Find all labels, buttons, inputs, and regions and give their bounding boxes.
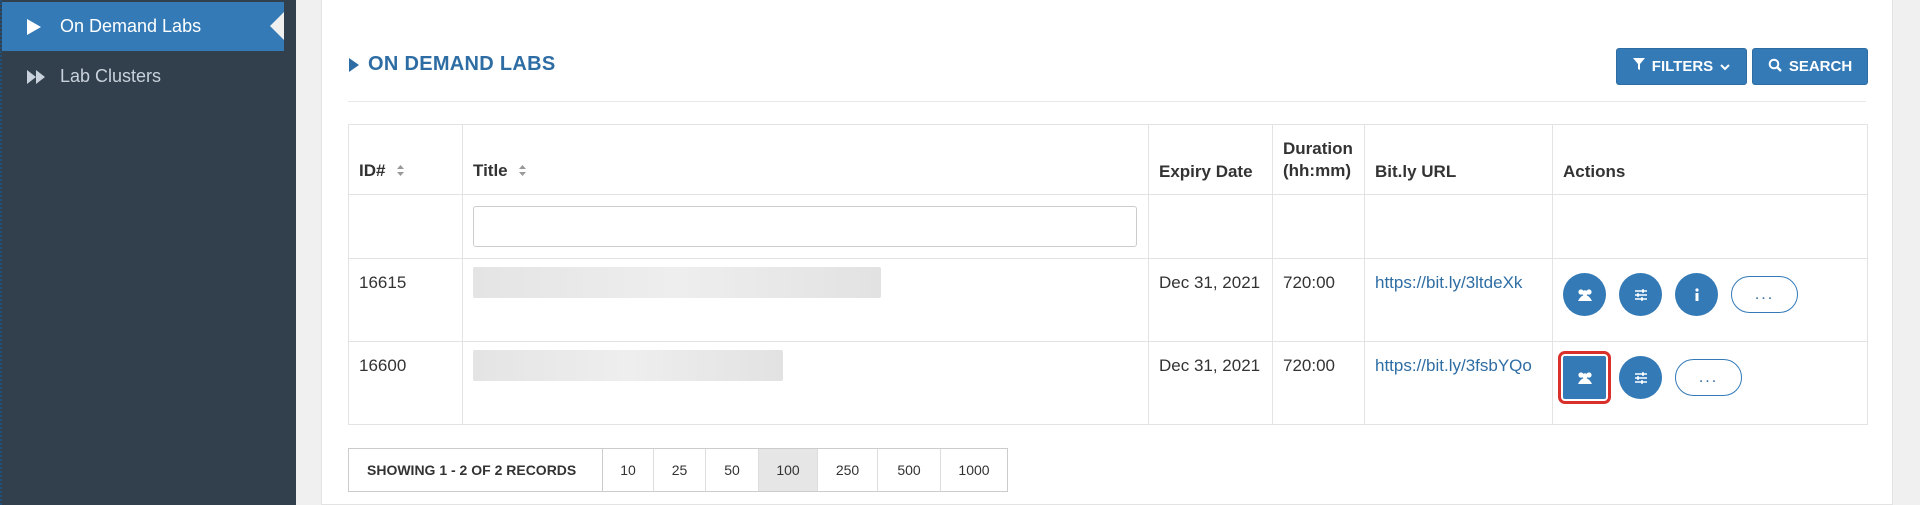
filter-cell <box>1364 194 1553 259</box>
redacted-title <box>473 267 881 298</box>
sliders-icon <box>1634 288 1647 301</box>
cell-expiry: Dec 31, 2021 <box>1148 341 1273 425</box>
search-icon <box>1768 58 1782 76</box>
cell-url: https://bit.ly/3fsbYQo <box>1364 341 1553 425</box>
fast-forward-icon <box>26 69 60 85</box>
page-size-50[interactable]: 50 <box>706 449 759 491</box>
column-header-actions: Actions <box>1552 124 1868 195</box>
filters-label: FILTERS <box>1651 58 1714 75</box>
pagination: SHOWING 1 - 2 OF 2 RECORDS 10 25 50 100 … <box>348 448 1008 492</box>
sidebar-item-label: Lab Clusters <box>60 66 162 86</box>
sort-icon <box>396 162 405 182</box>
search-button[interactable]: SEARCH <box>1752 48 1868 85</box>
page-size-25[interactable]: 25 <box>654 449 706 491</box>
cell-title <box>462 341 1149 425</box>
sidebar-item-on-demand-labs[interactable]: On Demand Labs <box>2 2 284 51</box>
table-row: 16615 Dec 31, 2021 720:00 https://bit.ly… <box>348 258 1868 342</box>
info-icon <box>1694 287 1699 301</box>
labs-table: ID# Title Expiry Date Duration (hh:mm) B… <box>348 124 1868 425</box>
settings-button[interactable] <box>1619 273 1662 316</box>
page-size-500[interactable]: 500 <box>878 449 941 491</box>
redacted-title <box>473 350 783 381</box>
page-size-250[interactable]: 250 <box>818 449 878 491</box>
cell-id: 16615 <box>348 258 463 342</box>
table-header-row: ID# Title Expiry Date Duration (hh:mm) B… <box>348 124 1868 195</box>
filter-cell <box>1552 194 1868 259</box>
users-button[interactable] <box>1563 273 1606 316</box>
page-size-1000[interactable]: 1000 <box>941 449 1007 491</box>
sidebar-item-label: On Demand Labs <box>60 16 202 36</box>
filter-icon <box>1632 58 1645 75</box>
info-button[interactable] <box>1675 273 1718 316</box>
cell-duration: 720:00 <box>1272 341 1365 425</box>
bitly-link[interactable]: https://bit.ly/3fsbYQo <box>1375 356 1532 375</box>
column-header-expiry: Expiry Date <box>1148 124 1273 195</box>
users-button[interactable] <box>1558 351 1611 404</box>
column-header-id[interactable]: ID# <box>348 124 463 195</box>
page-size-100[interactable]: 100 <box>759 449 818 491</box>
play-icon <box>26 18 60 36</box>
users-icon <box>1577 288 1592 301</box>
filter-cell <box>1148 194 1273 259</box>
filter-cell <box>462 194 1149 259</box>
filter-cell <box>1272 194 1365 259</box>
cell-url: https://bit.ly/3ltdeXk <box>1364 258 1553 342</box>
title-filter-input[interactable] <box>473 206 1137 247</box>
sliders-icon <box>1634 371 1647 384</box>
chevron-down-icon <box>1720 58 1730 75</box>
bitly-link[interactable]: https://bit.ly/3ltdeXk <box>1375 273 1522 292</box>
caret-right-icon <box>348 57 360 73</box>
cell-title <box>462 258 1149 342</box>
filter-row <box>348 194 1868 259</box>
search-label: SEARCH <box>1788 58 1853 75</box>
filters-button[interactable]: FILTERS <box>1616 48 1747 85</box>
cell-duration: 720:00 <box>1272 258 1365 342</box>
page-title: ON DEMAND LABS <box>348 53 556 76</box>
cell-expiry: Dec 31, 2021 <box>1148 258 1273 342</box>
sidebar: On Demand Labs Lab Clusters <box>0 0 296 505</box>
divider <box>348 101 1866 102</box>
sidebar-item-lab-clusters[interactable]: Lab Clusters <box>2 52 298 101</box>
labs-panel: ON DEMAND LABS FILTERS SEARCH ID# Title … <box>321 0 1893 505</box>
column-header-title[interactable]: Title <box>462 124 1149 195</box>
table-row: 16600 Dec 31, 2021 720:00 https://bit.ly… <box>348 341 1868 425</box>
filter-cell <box>348 194 463 259</box>
settings-button[interactable] <box>1619 356 1662 399</box>
cell-actions: ... <box>1552 258 1868 342</box>
sort-icon <box>518 162 527 182</box>
page-size-10[interactable]: 10 <box>603 449 654 491</box>
records-summary: SHOWING 1 - 2 OF 2 RECORDS <box>349 449 603 491</box>
users-icon <box>1577 371 1592 384</box>
page-title-text: ON DEMAND LABS <box>368 53 556 75</box>
more-button[interactable]: ... <box>1675 359 1742 396</box>
column-header-url: Bit.ly URL <box>1364 124 1553 195</box>
more-button[interactable]: ... <box>1731 276 1798 313</box>
column-header-duration: Duration (hh:mm) <box>1272 124 1365 195</box>
cell-actions: ... <box>1552 341 1868 425</box>
cell-id: 16600 <box>348 341 463 425</box>
